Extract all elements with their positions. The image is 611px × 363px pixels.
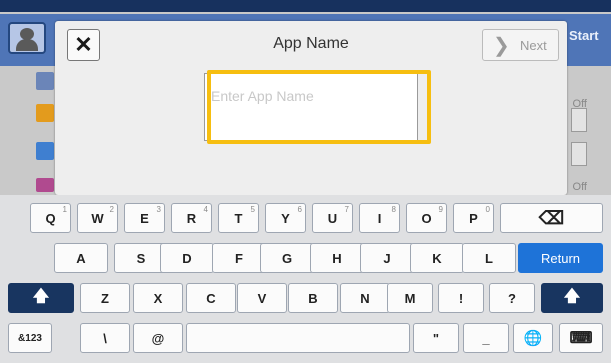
key-a[interactable]: A [54,243,108,273]
start-button: Start [563,14,611,66]
key-backslash[interactable]: \ [80,323,130,353]
hide-keyboard-key[interactable]: ⌨ [559,323,603,353]
background-field [571,108,587,132]
key-k[interactable]: K [410,243,464,273]
key-o[interactable]: O9 [406,203,447,233]
input-focus-highlight [207,70,431,144]
key-j[interactable]: J [360,243,414,273]
app-tile-icon [36,104,54,122]
key-x[interactable]: X [133,283,183,313]
key-underscore[interactable]: _ [463,323,509,353]
key-b[interactable]: B [288,283,338,313]
shift-left-key[interactable]: 🡅 [8,283,74,313]
key-f[interactable]: F [212,243,266,273]
app-tile-icon [36,72,54,90]
start-label: Start [569,28,599,43]
key-question[interactable]: ? [489,283,535,313]
key-c[interactable]: C [186,283,236,313]
return-key[interactable]: Return [518,243,603,273]
chevron-right-icon: ❯ [493,35,510,57]
key-at[interactable]: @ [133,323,183,353]
globe-icon: 🌐 [523,330,543,347]
app-name-dialog: ✕ App Name ❯ Next Enter App Name [55,21,567,195]
key-l[interactable]: L [462,243,516,273]
shift-icon: 🡅 [32,287,50,305]
background-field [571,142,587,166]
key-t[interactable]: T5 [218,203,259,233]
key-q[interactable]: Q1 [30,203,71,233]
key-g[interactable]: G [260,243,314,273]
key-y[interactable]: Y6 [265,203,306,233]
key-z[interactable]: Z [80,283,130,313]
key-r[interactable]: R4 [171,203,212,233]
key-h[interactable]: H [310,243,364,273]
space-bar[interactable] [186,323,410,353]
backspace-key[interactable]: ⌫ [500,203,603,233]
shift-right-key[interactable]: 🡅 [541,283,603,313]
symbols-key[interactable]: &123 [8,323,52,353]
next-button[interactable]: ❯ Next [482,29,559,61]
key-e[interactable]: E3 [124,203,165,233]
next-label: Next [520,38,547,53]
key-p[interactable]: P0 [453,203,494,233]
on-screen-keyboard: Q1 W2 E3 R4 T5 Y6 U7 I8 O9 P0 ⌫ A S D F … [0,195,611,363]
keyboard-icon: ⌨ [569,330,593,347]
top-status-bar [0,0,611,12]
language-key[interactable]: 🌐 [513,323,553,353]
key-m[interactable]: M [387,283,433,313]
key-d[interactable]: D [160,243,214,273]
key-v[interactable]: V [237,283,287,313]
shift-icon: 🡅 [563,287,581,305]
off-label: Off [572,181,587,193]
key-quote[interactable]: " [413,323,459,353]
app-tile-icon [36,178,54,192]
key-w[interactable]: W2 [77,203,118,233]
app-tile-icon [36,142,54,160]
backspace-icon: ⌫ [538,207,565,228]
key-n[interactable]: N [340,283,390,313]
key-i[interactable]: I8 [359,203,400,233]
key-exclamation[interactable]: ! [438,283,484,313]
user-avatar-icon [8,22,46,54]
key-u[interactable]: U7 [312,203,353,233]
